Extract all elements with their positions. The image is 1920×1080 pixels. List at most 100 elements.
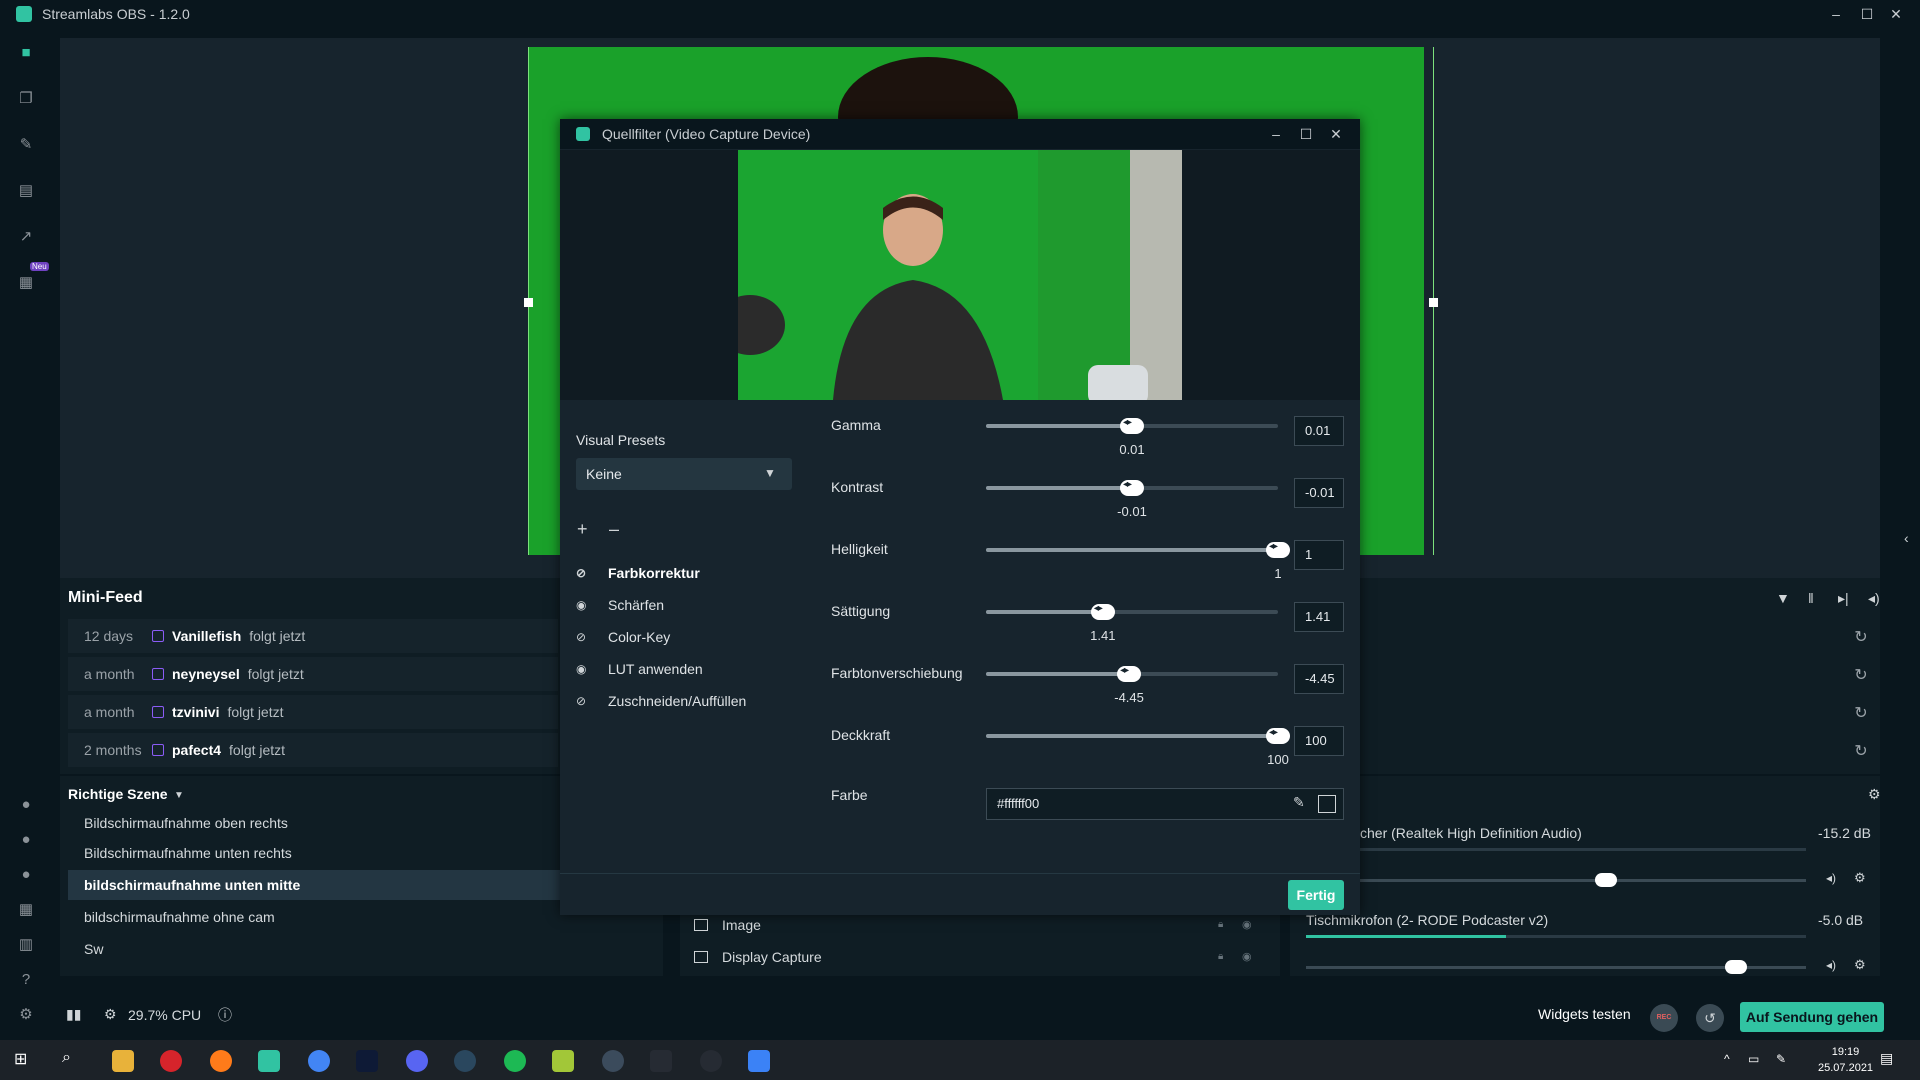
slider-knob[interactable]: [1117, 665, 1142, 682]
record-icon[interactable]: ●: [16, 831, 36, 849]
scene-item[interactable]: Sw: [68, 934, 663, 964]
file-explorer-icon[interactable]: [112, 1050, 134, 1072]
go-live-button[interactable]: Auf Sendung gehen: [1740, 1002, 1884, 1032]
eye-off-icon[interactable]: ⊘: [576, 631, 590, 643]
repeat-alert-icon[interactable]: ↻: [1852, 627, 1870, 646]
tray-chevron-icon[interactable]: ^: [1724, 1052, 1730, 1066]
steam-icon[interactable]: [454, 1050, 476, 1072]
settings-icon[interactable]: ⚙: [16, 1006, 36, 1024]
opera-icon[interactable]: [160, 1050, 182, 1072]
filter-item[interactable]: ⊘ Zuschneiden/Auffüllen: [576, 691, 746, 711]
test-widgets-button[interactable]: Widgets testen: [1538, 1006, 1631, 1022]
skip-icon[interactable]: ▸|: [1838, 590, 1849, 607]
dialog-maximize-icon[interactable]: ☐: [1296, 124, 1316, 144]
setting-number-input[interactable]: 100: [1294, 726, 1344, 756]
chat-icon[interactable]: ●: [16, 866, 36, 884]
volume-slider-knob[interactable]: [1595, 873, 1617, 887]
eye-icon[interactable]: ◉: [576, 599, 590, 611]
replay-buffer-icon[interactable]: ↺: [1696, 1004, 1724, 1032]
scene-collection-title[interactable]: Richtige Szene: [68, 786, 168, 802]
slider-knob[interactable]: [1090, 603, 1115, 620]
eye-icon[interactable]: ◉: [576, 663, 590, 675]
filter-item[interactable]: ◉ Schärfen: [576, 595, 664, 615]
app-icon[interactable]: [602, 1050, 624, 1072]
remove-filter-button[interactable]: –: [609, 519, 619, 540]
filter-item[interactable]: ◉ LUT anwenden: [576, 659, 703, 679]
source-item[interactable]: Display Capture 🔒︎ ◉: [694, 942, 1274, 972]
slider-knob[interactable]: [1266, 541, 1290, 558]
chevron-down-icon[interactable]: ▼: [764, 466, 776, 480]
color-swatch[interactable]: [1318, 795, 1336, 813]
info-icon[interactable]: ⓘ: [218, 1005, 232, 1025]
repeat-alert-icon[interactable]: ↻: [1852, 703, 1870, 722]
setting-slider[interactable]: [986, 603, 1278, 620]
setting-number-input[interactable]: 0.01: [1294, 416, 1344, 446]
setting-slider[interactable]: [986, 665, 1278, 682]
resize-handle-right[interactable]: [1429, 298, 1438, 307]
highlighter-icon[interactable]: ▦: [16, 274, 36, 292]
lock-icon[interactable]: 🔒︎: [1218, 942, 1223, 972]
dashboard-icon[interactable]: ↗: [16, 228, 36, 246]
eye-off-icon[interactable]: ⊘: [576, 695, 590, 707]
setting-number-input[interactable]: 1: [1294, 540, 1344, 570]
maximize-icon[interactable]: ☐: [1857, 4, 1877, 24]
setting-number-input[interactable]: 1.41: [1294, 602, 1344, 632]
slider-knob[interactable]: [1120, 479, 1144, 496]
alert-box-icon[interactable]: ●: [16, 796, 36, 814]
dialog-close-icon[interactable]: ✕: [1326, 124, 1346, 144]
repeat-alert-icon[interactable]: ↻: [1852, 665, 1870, 684]
discord-icon[interactable]: [406, 1050, 428, 1072]
volume-icon[interactable]: ◂): [1868, 590, 1880, 607]
slider-knob[interactable]: [1120, 417, 1144, 434]
columns-icon[interactable]: ▥: [16, 936, 36, 954]
editor-icon[interactable]: ■: [16, 44, 36, 62]
mute-icon[interactable]: ◂): [1826, 958, 1836, 972]
setting-number-input[interactable]: -0.01: [1294, 478, 1344, 508]
setting-slider[interactable]: [986, 727, 1290, 744]
repeat-alert-icon[interactable]: ↻: [1852, 741, 1870, 760]
setting-slider[interactable]: [986, 479, 1278, 496]
setting-slider[interactable]: [986, 541, 1290, 558]
mixer-settings-icon[interactable]: ⚙: [1868, 786, 1881, 803]
color-input[interactable]: #ffffff00: [986, 788, 1344, 820]
chrome-icon[interactable]: [308, 1050, 330, 1072]
slider-knob[interactable]: [1266, 727, 1290, 744]
visual-presets-select[interactable]: Keine: [576, 458, 792, 490]
help-icon[interactable]: ?: [16, 971, 36, 989]
resize-handle-left[interactable]: [524, 298, 533, 307]
collapse-panel-icon[interactable]: ‹: [1904, 530, 1909, 546]
app-icon[interactable]: [748, 1050, 770, 1072]
windows-start-icon[interactable]: ⊞: [14, 1049, 36, 1071]
photoshop-icon[interactable]: [356, 1050, 378, 1072]
close-icon[interactable]: ✕: [1886, 4, 1906, 24]
minimize-icon[interactable]: –: [1826, 4, 1846, 24]
obs-icon[interactable]: [700, 1050, 722, 1072]
volume-slider-knob[interactable]: [1725, 960, 1747, 974]
add-filter-button[interactable]: +: [577, 519, 588, 540]
davinci-icon[interactable]: [650, 1050, 672, 1072]
notifications-icon[interactable]: ▤: [1880, 1050, 1893, 1067]
mute-icon[interactable]: ◂): [1826, 871, 1836, 885]
eye-off-icon[interactable]: ⊘: [576, 567, 590, 579]
setting-slider[interactable]: [986, 417, 1278, 434]
app-icon[interactable]: [552, 1050, 574, 1072]
dialog-minimize-icon[interactable]: –: [1266, 124, 1286, 144]
filter-item[interactable]: ⊘ Farbkorrektur: [576, 563, 700, 583]
channel-settings-icon[interactable]: ⚙: [1854, 870, 1866, 886]
store-icon[interactable]: ▤: [16, 182, 36, 200]
volume-slider[interactable]: [1306, 879, 1806, 882]
filter-item[interactable]: ⊘ Color-Key: [576, 627, 670, 647]
pause-icon[interactable]: ‖: [1808, 590, 1814, 606]
tray-network-icon[interactable]: ▭: [1748, 1052, 1759, 1066]
record-button[interactable]: REC: [1650, 1004, 1678, 1032]
firefox-icon[interactable]: [210, 1050, 232, 1072]
themes-icon[interactable]: ✎: [16, 136, 36, 154]
performance-icon[interactable]: ▮▮: [66, 1006, 81, 1023]
channel-settings-icon[interactable]: ⚙: [1854, 957, 1866, 973]
layout-icon[interactable]: ❐: [16, 90, 36, 108]
search-icon[interactable]: ⌕: [62, 1049, 84, 1071]
app-icon[interactable]: [504, 1050, 526, 1072]
eyedropper-icon[interactable]: ✎: [1293, 794, 1305, 811]
chevron-down-icon[interactable]: ▼: [174, 790, 184, 801]
setting-number-input[interactable]: -4.45: [1294, 664, 1344, 694]
